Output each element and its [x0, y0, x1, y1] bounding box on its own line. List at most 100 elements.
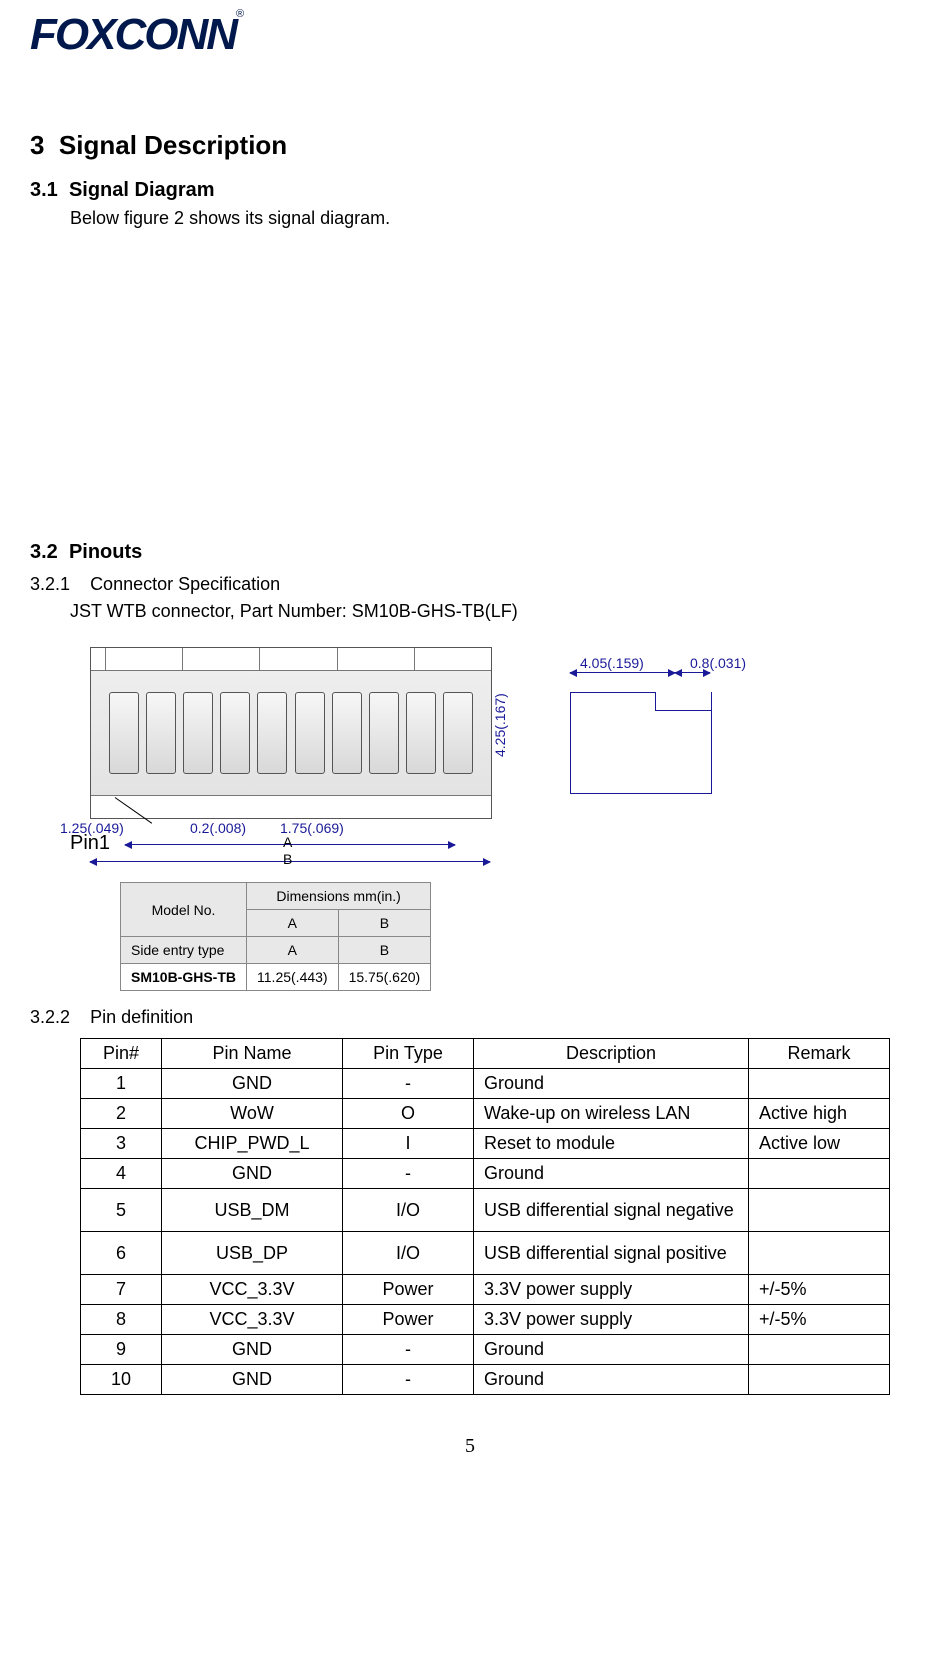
cell-remark: Active low — [749, 1129, 890, 1159]
cell-pin-type: O — [343, 1099, 474, 1129]
dimtbl-sideentry: Side entry type — [121, 937, 247, 964]
subsection-3-2-heading: 3.2 Pinouts — [30, 541, 910, 564]
subnum: 3.2 — [30, 541, 58, 563]
dimtbl-col-b: B — [338, 910, 431, 937]
table-row: 4GND-Ground — [81, 1159, 890, 1189]
section-number: 3 — [30, 130, 44, 160]
side-notch — [655, 692, 712, 711]
cell-remark — [749, 1335, 890, 1365]
cell-description: 3.3V power supply — [474, 1305, 749, 1335]
cell-pin-num: 9 — [81, 1335, 162, 1365]
dim-line-08 — [675, 672, 710, 673]
cell-pin-name: GND — [162, 1159, 343, 1189]
cell-description: Ground — [474, 1335, 749, 1365]
subnum: 3.1 — [30, 179, 58, 201]
subsection-3-2-2-heading: 3.2.2 Pin definition — [30, 1007, 910, 1028]
cell-remark — [749, 1232, 890, 1275]
table-row: 2WoWOWake-up on wireless LANActive high — [81, 1099, 890, 1129]
cell-pin-type: I — [343, 1129, 474, 1159]
cell-remark — [749, 1189, 890, 1232]
cell-remark: Active high — [749, 1099, 890, 1129]
cell-pin-name: GND — [162, 1335, 343, 1365]
subtitle: Pin definition — [90, 1007, 193, 1027]
dimtbl-a2: A — [247, 937, 339, 964]
cell-pin-type: Power — [343, 1305, 474, 1335]
cell-pin-num: 1 — [81, 1069, 162, 1099]
cell-pin-name: VCC_3.3V — [162, 1275, 343, 1305]
table-row: 9GND-Ground — [81, 1335, 890, 1365]
cell-description: Ground — [474, 1159, 749, 1189]
subtitle: Pinouts — [69, 541, 142, 563]
cell-pin-num: 6 — [81, 1232, 162, 1275]
cell-description: Ground — [474, 1069, 749, 1099]
cell-pin-type: - — [343, 1335, 474, 1365]
col-remark: Remark — [749, 1039, 890, 1069]
pin1-label: Pin1 — [70, 832, 110, 855]
connector-pin — [369, 692, 399, 774]
connector-pin — [183, 692, 213, 774]
connector-top-rail — [91, 648, 491, 671]
cell-remark: +/-5% — [749, 1305, 890, 1335]
cell-pin-num: 2 — [81, 1099, 162, 1129]
cell-pin-type: - — [343, 1365, 474, 1395]
dim-line-405 — [570, 672, 675, 673]
dimtbl-va: 11.25(.443) — [247, 964, 339, 991]
cell-pin-num: 3 — [81, 1129, 162, 1159]
dim-b-label: B — [283, 851, 292, 867]
cell-remark: +/-5% — [749, 1275, 890, 1305]
logo-text: FOXCONN — [30, 10, 236, 59]
table-row: 7VCC_3.3VPower3.3V power supply+/-5% — [81, 1275, 890, 1305]
cell-description: Wake-up on wireless LAN — [474, 1099, 749, 1129]
connector-side-view: 4.05(.159) 0.8(.031) — [540, 667, 750, 817]
connector-pin — [146, 692, 176, 774]
connector-pin — [257, 692, 287, 774]
cell-pin-num: 8 — [81, 1305, 162, 1335]
cell-pin-name: GND — [162, 1365, 343, 1395]
dim-0-8: 0.8(.031) — [690, 655, 746, 671]
cell-pin-type: - — [343, 1069, 474, 1099]
cell-description: Reset to module — [474, 1129, 749, 1159]
connector-pin — [443, 692, 473, 774]
table-row: 10GND-Ground — [81, 1365, 890, 1395]
table-row: 1GND-Ground — [81, 1069, 890, 1099]
col-pin-name: Pin Name — [162, 1039, 343, 1069]
table-row: 5USB_DMI/OUSB differential signal negati… — [81, 1189, 890, 1232]
table-row: 6USB_DPI/OUSB differential signal positi… — [81, 1232, 890, 1275]
dimtbl-model: SM10B-GHS-TB — [121, 964, 247, 991]
cell-pin-name: WoW — [162, 1099, 343, 1129]
col-pin-type: Pin Type — [343, 1039, 474, 1069]
dim-4-05: 4.05(.159) — [580, 655, 644, 671]
cell-remark — [749, 1159, 890, 1189]
dim-a-label: A — [283, 834, 292, 850]
dimtbl-vb: 15.75(.620) — [338, 964, 431, 991]
cell-pin-name: CHIP_PWD_L — [162, 1129, 343, 1159]
connector-pin — [295, 692, 325, 774]
connector-front-view — [90, 647, 492, 819]
cell-pin-name: VCC_3.3V — [162, 1305, 343, 1335]
cell-pin-name: USB_DM — [162, 1189, 343, 1232]
col-description: Description — [474, 1039, 749, 1069]
cell-description: Ground — [474, 1365, 749, 1395]
cell-pin-type: I/O — [343, 1232, 474, 1275]
cell-description: 3.3V power supply — [474, 1275, 749, 1305]
subnum: 3.2.1 — [30, 574, 70, 594]
connector-pins-row — [91, 671, 491, 795]
cell-description: USB differential signal positive — [474, 1232, 749, 1275]
cell-pin-num: 5 — [81, 1189, 162, 1232]
section-title: Signal Description — [59, 130, 287, 160]
dimtbl-h1: Model No. — [121, 883, 247, 937]
dim-height: 4.25(.167) — [492, 693, 508, 757]
dimensions-table: Model No. Dimensions mm(in.) A B Side en… — [120, 882, 431, 991]
cell-pin-name: GND — [162, 1069, 343, 1099]
cell-remark — [749, 1365, 890, 1395]
connector-pin — [220, 692, 250, 774]
cell-description: USB differential signal negative — [474, 1189, 749, 1232]
pin-definition-table: Pin# Pin Name Pin Type Description Remar… — [80, 1038, 890, 1395]
page-number: 5 — [30, 1435, 910, 1458]
brand-logo: FOXCONN® — [30, 10, 242, 60]
connector-bottom-rail — [91, 795, 491, 818]
subtitle: Signal Diagram — [69, 179, 215, 201]
figure-2-placeholder — [30, 229, 910, 529]
connector-diagram: 1.25(.049) 0.2(.008) 1.75(.069) A B 4.25… — [70, 637, 790, 977]
col-pin-num: Pin# — [81, 1039, 162, 1069]
